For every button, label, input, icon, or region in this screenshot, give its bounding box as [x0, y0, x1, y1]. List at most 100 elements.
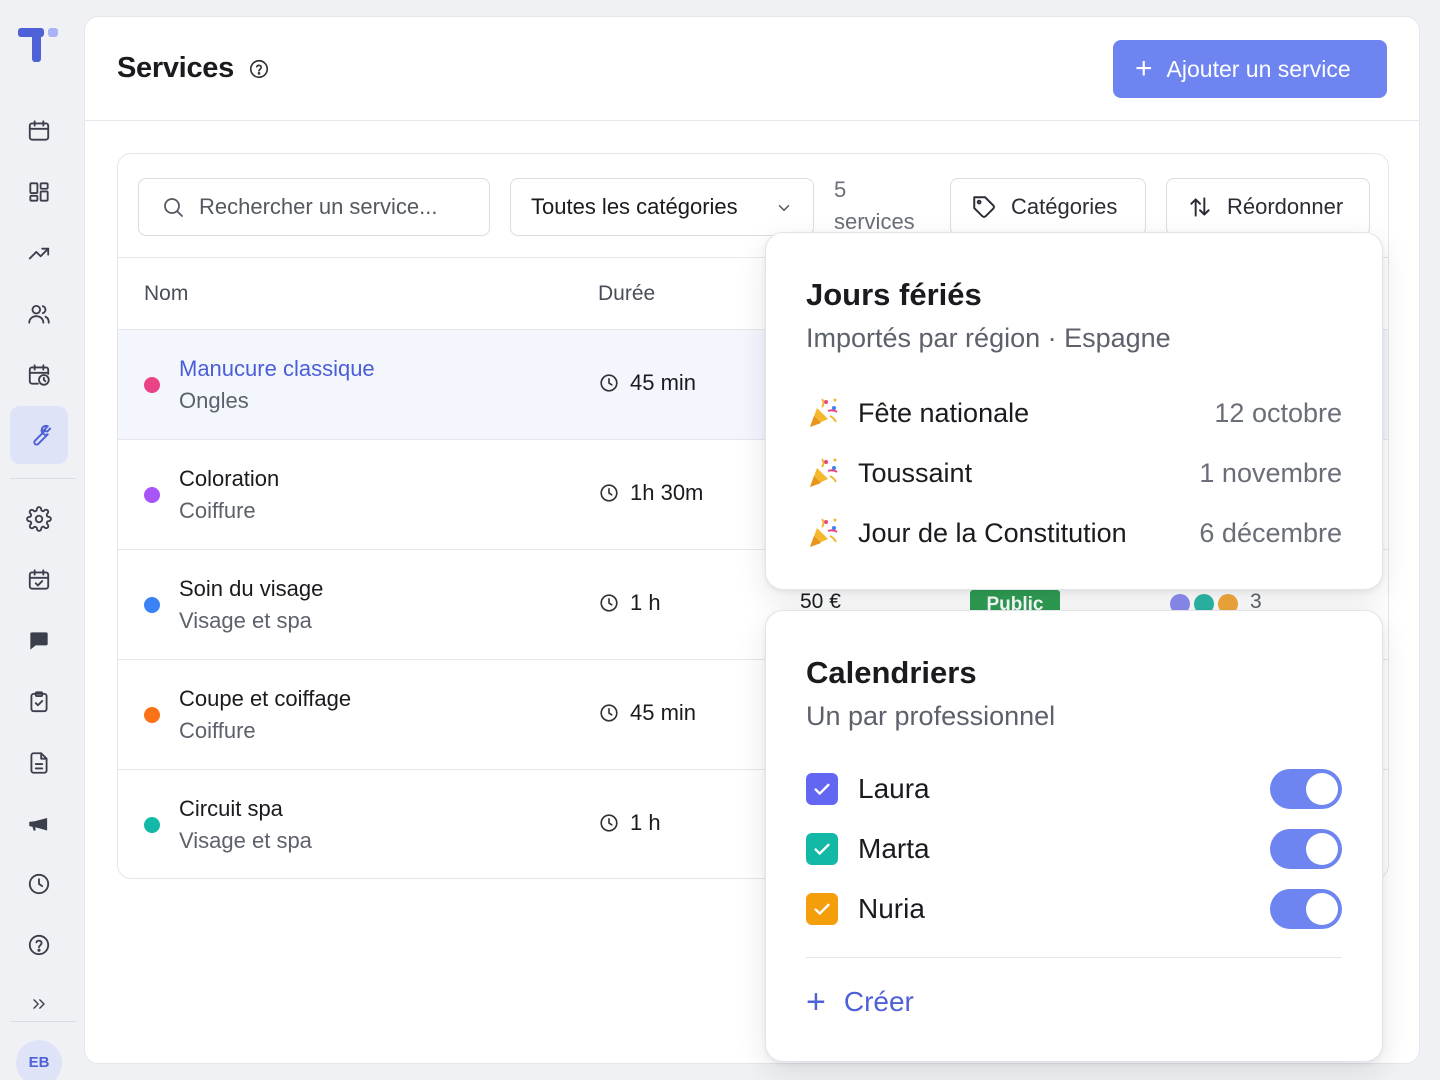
clock-icon [598, 592, 620, 614]
service-name[interactable]: Coupe et coiffage [179, 686, 351, 712]
help-icon[interactable] [10, 916, 68, 974]
settings-gear-icon[interactable] [10, 490, 68, 548]
service-name[interactable]: Manucure classique [179, 356, 375, 382]
calendar-checkbox[interactable] [806, 893, 838, 925]
calendar-name: Marta [858, 833, 930, 864]
calendar-name: Laura [858, 773, 930, 804]
category-color-dot [144, 597, 160, 613]
service-duration: 1h 30m [598, 480, 703, 506]
calendar-checkbox[interactable] [806, 833, 838, 865]
create-calendar-button[interactable]: + Créer [806, 985, 914, 1019]
reorder-button-label: Réordonner [1227, 194, 1344, 219]
service-name[interactable]: Coloration [179, 466, 279, 492]
calendar-item: Nuria [806, 887, 1342, 931]
calendars-divider [806, 957, 1342, 958]
services-wrench-icon[interactable] [10, 406, 68, 464]
holiday-item: Toussaint 1 novembre [806, 453, 1342, 493]
clients-icon[interactable] [10, 285, 68, 343]
dashboard-icon[interactable] [10, 163, 68, 221]
plus-icon: + [1135, 52, 1153, 85]
category-color-dot [144, 377, 160, 393]
megaphone-icon[interactable] [10, 795, 68, 853]
chevron-down-icon [778, 205, 790, 211]
holidays-title: Jours fériés [806, 277, 982, 312]
page-title: Services [117, 52, 234, 84]
holiday-item: Jour de la Constitution 6 décembre [806, 513, 1342, 553]
duration-value: 1 h [630, 810, 661, 835]
service-name[interactable]: Circuit spa [179, 796, 283, 822]
holiday-date: 1 novembre [1199, 457, 1342, 488]
holiday-name: Jour de la Constitution [858, 517, 1127, 548]
add-service-label: Ajouter un service [1166, 55, 1351, 82]
tag-icon [973, 196, 995, 218]
service-name[interactable]: Soin du visage [179, 576, 323, 602]
expand-sidebar-icon[interactable] [10, 975, 68, 1033]
question-circle-icon[interactable] [248, 58, 270, 80]
holidays-popover: Jours fériés Importés par région · Espag… [765, 232, 1383, 590]
calendar-toggle[interactable] [1270, 889, 1342, 929]
holiday-name: Fête nationale [858, 397, 1030, 428]
service-duration: 45 min [598, 700, 696, 726]
create-calendar-label: Créer [843, 986, 914, 1017]
clipboard-check-icon[interactable] [10, 673, 68, 731]
party-popper-icon [806, 456, 840, 490]
duration-value: 45 min [630, 700, 697, 725]
search-input[interactable]: Rechercher un service... [138, 178, 490, 236]
user-avatar[interactable]: EB [16, 1040, 62, 1080]
calendars-subtitle: Un par professionnel [806, 701, 1056, 731]
service-category: Visage et spa [179, 608, 312, 633]
service-category: Coiffure [179, 718, 256, 743]
column-header-duration[interactable]: Durée [598, 282, 655, 306]
calendar-name: Nuria [858, 893, 925, 924]
calendar-item: Marta [806, 827, 1342, 871]
sidebar-divider [10, 1021, 76, 1022]
holiday-item: Fête nationale 12 octobre [806, 393, 1342, 433]
party-popper-icon [806, 516, 840, 550]
calendar-toggle[interactable] [1270, 829, 1342, 869]
reorder-button[interactable]: Réordonner [1166, 178, 1370, 236]
calendar-check-icon[interactable] [10, 551, 68, 609]
service-category: Visage et spa [179, 828, 312, 853]
category-filter-value: Toutes les catégories [531, 194, 738, 219]
calendars-title: Calendriers [806, 655, 977, 690]
calendar-checkbox[interactable] [806, 773, 838, 805]
duration-value: 1h 30m [630, 480, 704, 505]
calendar-item: Laura [806, 767, 1342, 811]
duration-value: 45 min [630, 370, 697, 395]
clock-icon [598, 812, 620, 834]
document-icon[interactable] [10, 734, 68, 792]
search-icon [164, 198, 183, 217]
calendar-toggle[interactable] [1270, 769, 1342, 809]
holidays-subtitle: Importés par région · Espagne [806, 323, 1171, 353]
category-color-dot [144, 707, 160, 723]
categories-button-label: Catégories [1011, 194, 1118, 219]
app-logo[interactable] [18, 26, 60, 64]
service-duration: 1 h [598, 590, 661, 616]
party-popper-icon [806, 396, 840, 430]
schedule-icon[interactable] [10, 346, 68, 404]
calendar-icon[interactable] [10, 102, 68, 160]
messages-icon[interactable] [10, 612, 68, 670]
categories-button[interactable]: Catégories [950, 178, 1146, 236]
clock-icon [598, 482, 620, 504]
analytics-icon[interactable] [10, 224, 68, 282]
holiday-date: 6 décembre [1199, 517, 1342, 548]
duration-value: 1 h [630, 590, 661, 615]
sort-arrows-icon [1190, 197, 1210, 217]
column-header-name[interactable]: Nom [144, 282, 188, 306]
clock-icon [598, 702, 620, 724]
clock-icon[interactable] [10, 855, 68, 913]
plus-icon: + [806, 983, 826, 1021]
page-header: Services + Ajouter un service [85, 17, 1419, 121]
services-count-number: 5 [834, 177, 847, 202]
service-category: Coiffure [179, 498, 256, 523]
add-service-button[interactable]: + Ajouter un service [1113, 40, 1387, 98]
category-filter-select[interactable]: Toutes les catégories [510, 178, 814, 236]
holiday-name: Toussaint [858, 457, 973, 488]
services-count: 5 services [834, 174, 944, 238]
calendars-popover: Calendriers Un par professionnel Laura Ma… [765, 610, 1383, 1062]
category-color-dot [144, 817, 160, 833]
search-placeholder: Rechercher un service... [199, 194, 438, 219]
sidebar: EB [0, 0, 78, 1080]
service-category: Ongles [179, 388, 249, 413]
